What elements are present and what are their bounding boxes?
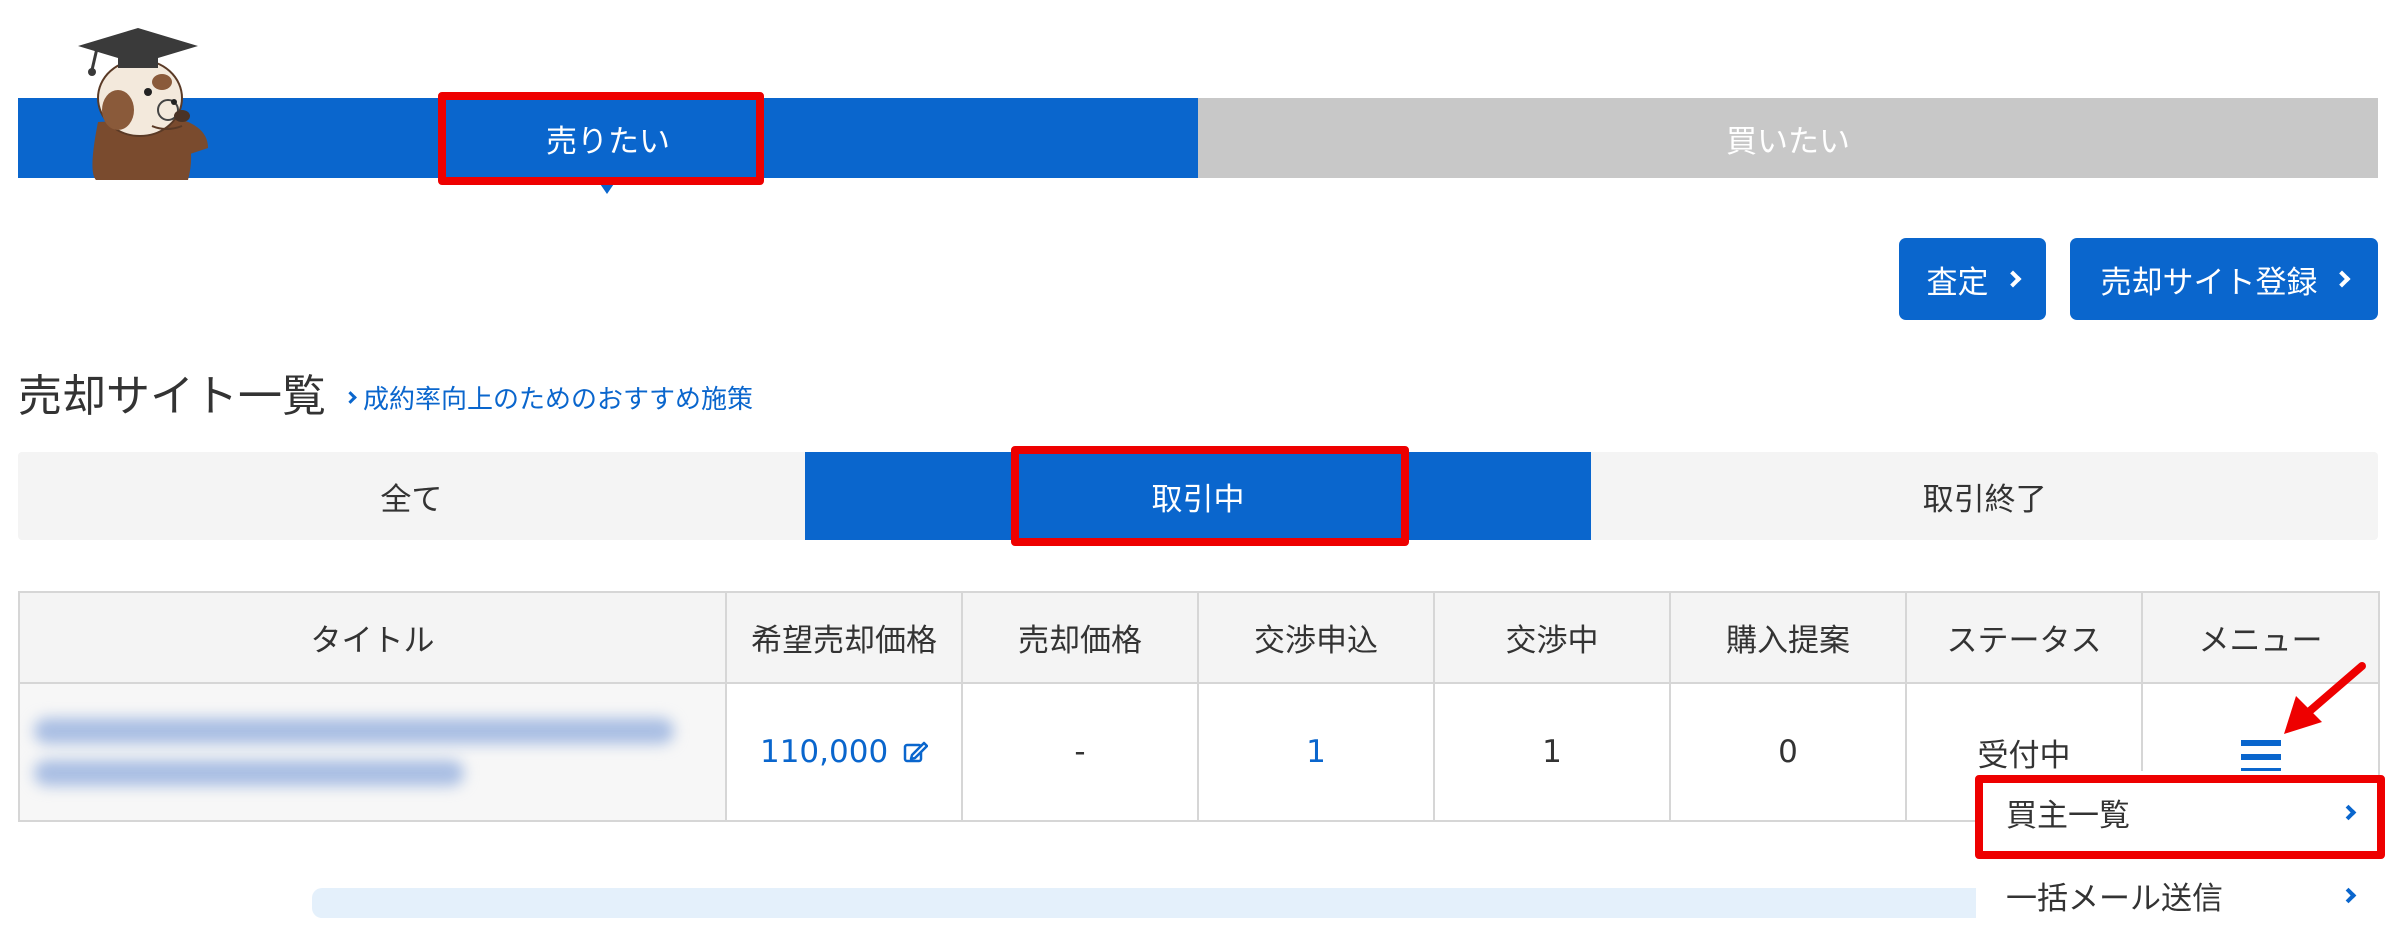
menu-item-buyer-list[interactable]: 買主一覧 [1976, 771, 2378, 853]
desired-price-value[interactable]: 110,000 [760, 734, 888, 770]
page-title: 売却サイト一覧 [18, 371, 326, 422]
edit-icon[interactable] [902, 739, 929, 765]
blurred-title [34, 718, 674, 786]
menu-item-buyer-list-label: 買主一覧 [2006, 797, 2130, 834]
chevron-right-icon [2340, 887, 2357, 904]
tips-link[interactable]: 成約率向上のためのおすすめ施策 [344, 379, 754, 416]
appraisal-button[interactable]: 査定 [1899, 238, 2046, 320]
site-title-cell-blurred[interactable] [18, 682, 727, 822]
active-tab-caret [596, 178, 618, 194]
header-negotiation-requests: 交渉申込 [1197, 591, 1435, 684]
tab-in-progress[interactable]: 取引中 [804, 452, 1592, 540]
menu-item-bulk-mail[interactable]: 一括メール送信 [1976, 853, 2378, 937]
chevron-right-icon [344, 391, 357, 404]
mode-tab-bar: 売りたい 買いたい [18, 98, 2378, 178]
notice-banner [312, 888, 2012, 918]
table-header-row: タイトル 希望売却価格 売却価格 交渉申込 交渉中 購入提案 ステータス メニュ… [18, 591, 2380, 684]
header-title: タイトル [18, 591, 727, 684]
register-site-button-label: 売却サイト登録 [2100, 264, 2318, 301]
mascot-otter-image [78, 28, 208, 180]
header-purchase-proposals: 購入提案 [1669, 591, 1907, 684]
tab-buy[interactable]: 買いたい [1198, 98, 2378, 178]
tab-completed[interactable]: 取引終了 [1591, 452, 2378, 540]
appraisal-button-label: 査定 [1926, 264, 1989, 301]
sale-price-cell: - [961, 682, 1199, 822]
chevron-right-icon [2004, 270, 2021, 288]
hamburger-menu-icon[interactable] [2240, 740, 2281, 774]
filter-tab-bar: 全て 取引中 取引終了 [18, 452, 2378, 540]
header-negotiating: 交渉中 [1433, 591, 1671, 684]
negotiation-requests-link[interactable]: 1 [1306, 734, 1326, 770]
tips-link-label: 成約率向上のためのおすすめ施策 [363, 385, 754, 415]
row-menu-dropdown: 買主一覧 一括メール送信 [1976, 771, 2378, 937]
header-status: ステータス [1905, 591, 2143, 684]
negotiating-cell: 1 [1433, 682, 1671, 822]
chevron-right-icon [2340, 804, 2357, 820]
register-site-button[interactable]: 売却サイト登録 [2070, 238, 2378, 320]
header-sale-price: 売却価格 [961, 591, 1199, 684]
purchase-proposals-cell: 0 [1669, 682, 1907, 822]
negotiation-requests-cell: 1 [1197, 682, 1435, 822]
red-arrow-icon [2284, 662, 2366, 734]
header-desired-price: 希望売却価格 [725, 591, 963, 684]
chevron-right-icon [2333, 270, 2350, 288]
tab-all[interactable]: 全て [18, 452, 805, 540]
desired-price-cell: 110,000 [725, 682, 963, 822]
menu-item-bulk-mail-label: 一括メール送信 [2006, 881, 2223, 917]
